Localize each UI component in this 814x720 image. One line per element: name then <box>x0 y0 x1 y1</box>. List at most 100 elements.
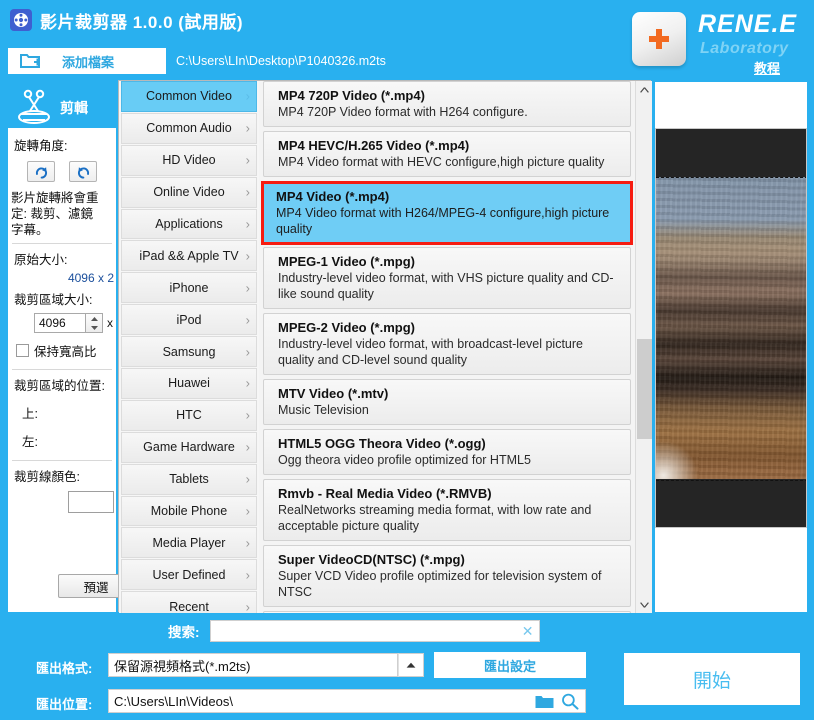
format-category-applications[interactable]: Applications › <box>121 208 257 240</box>
format-category-recent[interactable]: Recent › <box>121 591 257 613</box>
format-item-description: RealNetworks streaming media format, wit… <box>278 503 592 533</box>
format-category-game-hardware[interactable]: Game Hardware › <box>121 431 257 463</box>
format-category-label: iPod <box>176 312 202 327</box>
crop-line-color-label: 裁剪線顏色: <box>14 470 80 484</box>
chevron-right-icon: › <box>245 407 250 423</box>
format-category-common-video[interactable]: Common Video › <box>121 81 257 112</box>
chevron-right-icon: › <box>245 216 250 232</box>
crop-line-color-row[interactable] <box>8 491 116 513</box>
format-item[interactable]: MTV Video (*.mtv) Music Television <box>263 379 631 425</box>
start-button[interactable]: 開始 <box>624 653 800 705</box>
format-item-description: Super VCD Video profile optimized for te… <box>278 569 602 599</box>
format-category-hd-video[interactable]: HD Video › <box>121 144 257 176</box>
format-item[interactable]: MPEG-1 Video (*.mpg) Industry-level video… <box>263 247 631 309</box>
window-title: 影片裁剪器 1.0.0 (試用版) <box>40 13 244 32</box>
scroll-up-icon[interactable] <box>636 81 652 98</box>
format-list-inner: MP4 720P Video (*.mp4) MP4 720P Video for… <box>259 81 635 613</box>
format-category-label: Mobile Phone <box>150 504 228 519</box>
brand-sub: Laboratory <box>700 40 789 57</box>
format-category-label: Applications <box>155 217 223 231</box>
scrollbar-thumb[interactable] <box>637 339 652 439</box>
format-category-ipod[interactable]: iPod › <box>121 304 257 336</box>
format-item-title: MP4 HEVC/H.265 Video (*.mp4) <box>278 138 470 153</box>
crop-left-label: 左: <box>22 435 38 449</box>
crop-position-label: 裁剪區域的位置: <box>14 379 105 393</box>
tab-edit-label: 剪輯 <box>60 100 88 116</box>
format-category-htc[interactable]: HTC › <box>121 399 257 431</box>
format-category-ipad-apple-tv[interactable]: iPad && Apple TV › <box>121 240 257 272</box>
brand-name: RENE.E <box>698 10 798 38</box>
format-category-label: Samsung <box>162 344 216 359</box>
format-category-online-video[interactable]: Online Video › <box>121 176 257 208</box>
format-list-scrollbar[interactable] <box>635 81 652 613</box>
video-preview[interactable] <box>655 128 807 528</box>
format-item[interactable]: MP4 HEVC/H.265 Video (*.mp4) MP4 Video fo… <box>263 131 631 177</box>
crop-line-color-swatch[interactable] <box>68 491 114 513</box>
spin-down-icon[interactable] <box>86 323 102 332</box>
bark-texture <box>656 177 806 481</box>
crop-width-input[interactable] <box>34 313 86 333</box>
search-label: 搜索: <box>168 625 200 640</box>
format-category-label: iPad && Apple TV <box>139 248 239 263</box>
chevron-up-icon[interactable] <box>398 653 424 677</box>
format-list[interactable]: MP4 720P Video (*.mp4) MP4 720P Video for… <box>259 81 652 613</box>
divider <box>12 243 112 244</box>
search-box[interactable]: ✕ <box>209 620 540 642</box>
format-item-description: MP4 720P Video format with H264 configur… <box>278 105 528 119</box>
crop-size-separator: x <box>107 316 113 330</box>
search-input[interactable] <box>210 621 539 641</box>
tutorial-link[interactable]: 教程 <box>754 58 780 77</box>
magnifier-icon[interactable] <box>561 693 579 715</box>
format-category-tablets[interactable]: Tablets › <box>121 463 257 495</box>
format-item-title: HTML5 OGG Theora Video (*.ogg) <box>278 436 486 451</box>
export-location-label: 匯出位置: <box>36 697 93 712</box>
keep-aspect-ratio-row[interactable]: 保持寬高比 <box>8 341 116 360</box>
format-category-label: iPhone <box>169 280 209 295</box>
rotate-hint-line-3: 字幕。 <box>11 223 49 237</box>
crop-width-stepper[interactable]: x <box>8 313 116 333</box>
format-item-description: Ogg theora video profile optimized for H… <box>278 453 531 467</box>
crop-width-spin-buttons[interactable] <box>86 313 103 333</box>
format-category-label: User Defined <box>152 567 226 582</box>
divider <box>12 460 112 461</box>
folder-icon[interactable] <box>535 694 554 715</box>
letterbox-bottom <box>656 479 806 527</box>
format-category-label: Common Audio <box>146 121 232 136</box>
export-settings-button[interactable]: 匯出設定 <box>434 652 586 678</box>
format-item-title: MP4 Video (*.mp4) <box>276 189 390 204</box>
format-category-media-player[interactable]: Media Player › <box>121 527 257 559</box>
keep-aspect-ratio-checkbox[interactable] <box>16 344 29 357</box>
tab-edit[interactable]: 剪輯 <box>6 86 116 130</box>
chevron-right-icon: › <box>245 280 250 296</box>
format-item[interactable]: Super VideoCD(NTSC) (*.mpg) Super VCD Vid… <box>263 545 631 607</box>
original-size-label: 原始大小: <box>14 253 68 267</box>
format-category-samsung[interactable]: Samsung › <box>121 336 257 368</box>
export-format-select[interactable]: 保留源視頻格式(*.m2ts) <box>108 653 398 677</box>
add-file-button[interactable]: 添加檔案 <box>8 48 166 74</box>
rotate-clockwise-button[interactable] <box>27 161 55 182</box>
rotate-hint-line-1: 影片旋轉將會重 <box>11 191 99 205</box>
format-item[interactable]: MP4 720P Video (*.mp4) MP4 720P Video for… <box>263 81 631 127</box>
format-category-common-audio[interactable]: Common Audio › <box>121 112 257 144</box>
export-format-value: 保留源視頻格式(*.m2ts) <box>114 658 251 674</box>
format-category-huawei[interactable]: Huawei › <box>121 368 257 399</box>
format-item-title: MPEG-2 Video (*.mpg) <box>278 320 415 335</box>
divider <box>12 369 112 370</box>
close-icon[interactable]: ✕ <box>522 623 534 640</box>
format-category-label: Tablets <box>169 472 209 487</box>
format-category-iphone[interactable]: iPhone › <box>121 272 257 304</box>
format-category-user-defined[interactable]: User Defined › <box>121 559 257 591</box>
format-item[interactable]: MPEG-2 Video (*.mpg) Industry-level video… <box>263 313 631 375</box>
scroll-down-icon[interactable] <box>636 596 652 613</box>
export-location-field[interactable]: C:\Users\LIn\Videos\ <box>108 689 586 713</box>
chevron-right-icon: › <box>245 375 250 391</box>
folder-add-icon <box>20 52 40 70</box>
format-category-mobile-phone[interactable]: Mobile Phone › <box>121 495 257 527</box>
format-item[interactable]: HTML5 OGG Theora Video (*.ogg) Ogg theora… <box>263 429 631 475</box>
spin-up-icon[interactable] <box>86 314 102 323</box>
rotate-counterclockwise-button[interactable] <box>69 161 97 182</box>
format-item-title: MTV Video (*.mtv) <box>278 386 389 401</box>
chevron-right-icon: › <box>245 184 250 200</box>
format-item[interactable]: MP4 Video (*.mp4) MP4 Video format with H… <box>261 181 633 245</box>
format-item[interactable]: Rmvb - Real Media Video (*.RMVB) RealNetw… <box>263 479 631 541</box>
